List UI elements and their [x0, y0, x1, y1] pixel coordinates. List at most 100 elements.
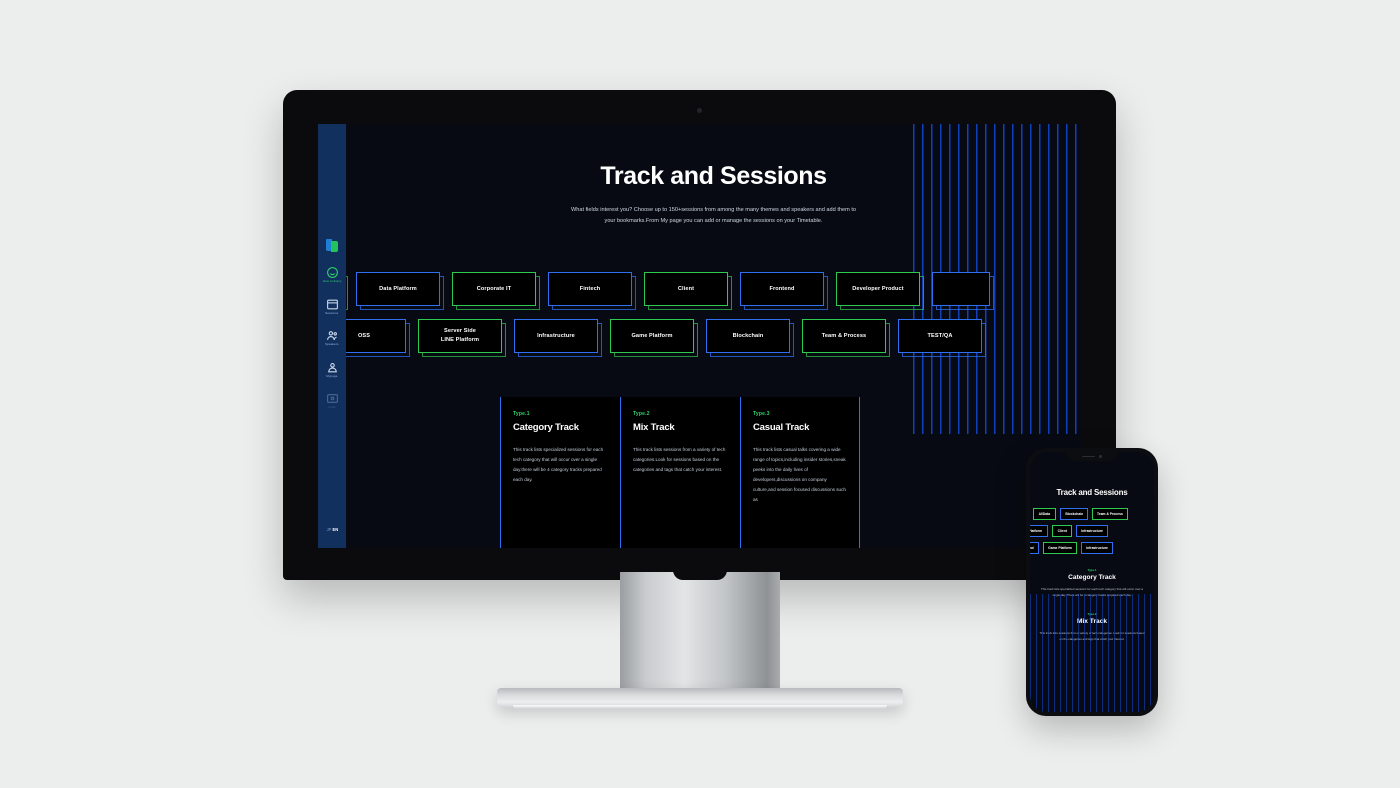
sidebar-item-live[interactable]: LIVE	[318, 392, 346, 410]
sidebar-item-speakers[interactable]: Speakers	[318, 329, 346, 347]
card-title: Category Track	[513, 422, 579, 433]
mobile-track-button-label: ontend	[1030, 545, 1034, 551]
card-description: This track lists specialized sessions fo…	[513, 447, 604, 483]
scene: How to Enjoy Sessions Speakers Mypage LI…	[0, 0, 1400, 788]
mobile-track-button[interactable]: Infrastructure	[1081, 542, 1114, 554]
track-type-card[interactable]: Type.2 Mix Track This track lists sessions…	[620, 397, 740, 548]
mobile-track-button[interactable]: Client	[1051, 525, 1073, 537]
track-button-box: Corporate IT	[452, 272, 536, 306]
track-button-label: OSS	[357, 332, 371, 339]
track-button-box: Developer Product	[836, 272, 920, 306]
mobile-track-button-label: Infrastructure	[1081, 528, 1104, 534]
mobile-track-button[interactable]: Game Platform	[1043, 542, 1078, 554]
brand-logo-icon[interactable]	[325, 238, 339, 252]
track-button-label: Game Platform	[631, 332, 673, 339]
monitor-stand-base	[497, 688, 903, 709]
mobile-chip-row: ontend Game Platform Infrastructure	[1030, 542, 1151, 554]
track-button[interactable]: Developer Product	[836, 272, 924, 310]
mobile-track-button-label: Client	[1057, 528, 1067, 534]
live-icon	[326, 392, 339, 405]
phone-notch	[1066, 452, 1118, 461]
track-button[interactable]: Client	[644, 272, 732, 310]
track-button-box: Team & Process	[802, 319, 886, 353]
card-description: This track lists sessions from a variety…	[633, 447, 726, 473]
sidebar-item-how-to-enjoy[interactable]: How to Enjoy	[318, 266, 346, 284]
track-button[interactable]: Corporate IT	[452, 272, 540, 310]
track-button-label: Infrastructure	[537, 332, 575, 339]
track-button-label: Server Side LINE Platform	[440, 328, 480, 343]
card-description: This track lists casual talks covering a…	[753, 447, 846, 503]
card-type-label: Type.2	[633, 411, 650, 417]
page-title: Track and Sessions	[600, 162, 827, 190]
track-button-label: TEST/QA	[927, 332, 953, 339]
mobile-track-button-label: Team & Process	[1097, 511, 1124, 517]
desktop-monitor: How to Enjoy Sessions Speakers Mypage LI…	[283, 90, 1116, 580]
monitor-stand-neck	[620, 570, 780, 697]
track-button[interactable]: Server Side LINE Platform	[418, 319, 506, 357]
track-type-cards: Type.1 Category Track This track lists spe…	[500, 397, 860, 548]
mobile-track-button-label: Blockchain	[1065, 511, 1083, 517]
mobile-track-button[interactable]: ontend	[1030, 542, 1040, 554]
track-button-box: Client	[644, 272, 728, 306]
sidebar-item-mypage[interactable]: Mypage	[318, 361, 346, 379]
track-type-card[interactable]: Type.3 Casual Track This track lists casua…	[740, 397, 860, 548]
track-button[interactable]: Data Platform	[356, 272, 444, 310]
track-button-label: Frontend	[769, 285, 795, 292]
lang-en[interactable]: EN	[332, 528, 338, 533]
front-camera-icon	[1099, 455, 1102, 458]
card-type-label: Type.1	[513, 411, 530, 417]
page-description: What fields interest you? Choose up to 1…	[571, 207, 856, 224]
mobile-track-button-label: AI/Data	[1038, 511, 1051, 517]
track-buttons: Data Platform Corporate IT Fintech Client Fr…	[318, 272, 1081, 366]
track-button-box: Fintech	[548, 272, 632, 306]
track-button[interactable]: Blockchain	[706, 319, 794, 357]
sidebar-nav: How to Enjoy Sessions Speakers Mypage LI…	[318, 124, 346, 548]
track-button-box: Infrastructure	[514, 319, 598, 353]
sidebar-label: LIVE	[328, 406, 336, 410]
lang-jp[interactable]: JP	[326, 528, 331, 533]
track-button-box: Game Platform	[610, 319, 694, 353]
sidebar-label: Sessions	[325, 311, 339, 315]
mobile-card-type-label: Type.1	[1087, 568, 1097, 572]
sidebar-label: Mypage	[326, 374, 338, 378]
mobile-track-button[interactable]: Platform	[1030, 525, 1048, 537]
person-icon	[326, 361, 339, 374]
speakers-icon	[326, 329, 339, 342]
track-button[interactable]: Team & Process	[802, 319, 890, 357]
track-button-label: Blockchain	[732, 332, 764, 339]
mobile-track-button[interactable]: Infrastructure	[1076, 525, 1109, 537]
track-button-box: TEST/QA	[898, 319, 982, 353]
track-button[interactable]: TEST/QA	[898, 319, 986, 357]
language-switcher[interactable]: JP EN	[326, 528, 338, 533]
track-row-2: OSS Server Side LINE Platform Infrastructur…	[318, 319, 1081, 357]
sidebar-item-sessions[interactable]: Sessions	[318, 298, 346, 316]
window-icon	[326, 298, 339, 311]
track-button[interactable]: Game Platform	[610, 319, 698, 357]
track-button[interactable]	[932, 272, 994, 310]
track-button-label: Data Platform	[379, 285, 417, 292]
track-button-box: Data Platform	[356, 272, 440, 306]
track-button[interactable]: Frontend	[740, 272, 828, 310]
mobile-track-button[interactable]: Team & Process	[1092, 508, 1129, 520]
smiley-icon	[326, 266, 339, 279]
mobile-track-button-label: Platform	[1030, 528, 1043, 534]
phone-screen: Track and Sessions AI/Data Blockchain Team…	[1030, 452, 1154, 712]
track-button-box	[932, 272, 990, 306]
track-button[interactable]: Infrastructure	[514, 319, 602, 357]
sidebar-label: How to Enjoy	[322, 279, 342, 284]
mobile-chip-row: AI/Data Blockchain Team & Process	[1033, 508, 1151, 520]
mobile-phone: Track and Sessions AI/Data Blockchain Team…	[1026, 448, 1158, 716]
track-button-label: Developer Product	[852, 285, 904, 292]
mobile-track-button-label: Game Platform	[1048, 545, 1073, 551]
webpage: How to Enjoy Sessions Speakers Mypage LI…	[318, 124, 1081, 548]
track-button[interactable]: Fintech	[548, 272, 636, 310]
track-row-1: Data Platform Corporate IT Fintech Client Fr…	[318, 272, 1081, 310]
track-button-box: Frontend	[740, 272, 824, 306]
track-type-card[interactable]: Type.1 Category Track This track lists spe…	[500, 397, 620, 548]
card-title: Casual Track	[753, 422, 810, 433]
track-button-label: Fintech	[579, 285, 601, 292]
mobile-track-button[interactable]: AI/Data	[1033, 508, 1056, 520]
track-button-label: Client	[677, 285, 695, 292]
mobile-track-button[interactable]: Blockchain	[1059, 508, 1089, 520]
card-type-label: Type.3	[753, 411, 770, 417]
